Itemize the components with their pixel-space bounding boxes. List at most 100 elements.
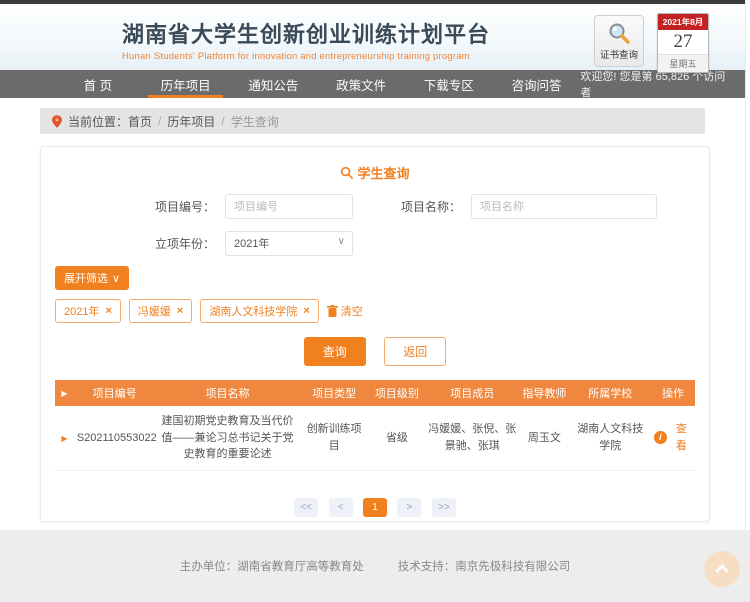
footer-host: 主办单位：湖南省教育厅高等教育处: [180, 558, 364, 574]
nav-item-label: 政策文件: [336, 75, 386, 94]
filter-tag-year: 2021年 ×: [55, 299, 121, 323]
student-query-panel: 学生查询 项目编号： 项目名称： 立项年份： 2021年 ∨ 展开筛选 ∨ 20…: [40, 146, 710, 522]
cell-advisor: 周玉文: [519, 406, 569, 470]
back-to-top-button[interactable]: [704, 551, 740, 587]
magnifier-icon: [607, 21, 631, 45]
year-label: 立项年份：: [55, 235, 225, 252]
pagination-first-button[interactable]: <<: [294, 498, 318, 517]
site-subtitle: Hunan Students' Platform for innovation …: [122, 51, 490, 62]
breadcrumb-current: 学生查询: [231, 113, 279, 130]
expand-filter-button[interactable]: 展开筛选 ∨: [55, 266, 129, 290]
calendar-day: 27: [658, 30, 708, 54]
pagination: << < 1 > >>: [55, 497, 695, 517]
scrollbar-track[interactable]: [745, 0, 750, 530]
form-row-2: 立项年份： 2021年 ∨: [55, 231, 695, 256]
main-nav: 首 页 历年项目 通知公告 政策文件 下载专区 咨询问答 欢迎您! 您是第 65…: [0, 70, 745, 98]
breadcrumb-separator: /: [221, 114, 224, 128]
nav-item-label: 历年项目: [161, 75, 211, 94]
nav-item-label: 咨询问答: [512, 75, 562, 94]
project-no-input[interactable]: [225, 194, 353, 219]
expand-filter-label: 展开筛选: [64, 270, 108, 286]
remove-tag-icon[interactable]: ×: [177, 305, 183, 317]
nav-item-policy-documents[interactable]: 政策文件: [317, 70, 405, 98]
pagination-last-button[interactable]: >>: [432, 498, 456, 517]
table-row: ▶ S202110553022 建国初期党史教育及当代价值——兼论习总书记关于党…: [55, 406, 695, 470]
view-details-link[interactable]: i 查看: [654, 421, 692, 454]
table-header-row: ▶ 项目编号 项目名称 项目类型 项目级别 项目成员 指导教师 所属学校 操作: [55, 380, 695, 406]
remove-tag-icon[interactable]: ×: [105, 305, 111, 317]
col-members: 项目成员: [425, 380, 519, 406]
panel-title: 学生查询: [55, 163, 695, 182]
info-icon: i: [654, 431, 667, 444]
search-icon: [340, 166, 353, 179]
clear-filters-button[interactable]: 清空: [327, 303, 363, 319]
cell-project-name: 建国初期党史教育及当代价值——兼论习总书记关于党史教育的重要论述: [155, 406, 299, 470]
breadcrumb-home[interactable]: 首页: [128, 113, 152, 130]
cell-project-level: 省级: [369, 406, 425, 470]
col-school: 所属学校: [569, 380, 651, 406]
certificate-query-label: 证书查询: [600, 47, 638, 61]
results-table: ▶ 项目编号 项目名称 项目类型 项目级别 项目成员 指导教师 所属学校 操作 …: [55, 380, 695, 471]
calendar-weekday: 星期五: [658, 54, 708, 72]
filter-tag-label: 冯媛媛: [138, 303, 171, 319]
nav-item-downloads[interactable]: 下载专区: [405, 70, 493, 98]
col-project-no: 项目编号: [74, 380, 156, 406]
footer-support: 技术支持：南京先极科技有限公司: [398, 558, 571, 574]
project-no-label: 项目编号：: [55, 198, 225, 215]
filter-tags-row: 2021年 × 冯媛媛 × 湖南人文科技学院 × 清空: [55, 299, 695, 323]
pagination-next-button[interactable]: >: [397, 498, 421, 517]
expand-row-icon[interactable]: ▶: [61, 434, 67, 443]
expand-all-icon: ▶: [61, 389, 67, 398]
site-header: 湖南省大学生创新创业训练计划平台 Hunan Students' Platfor…: [0, 4, 745, 70]
form-row-1: 项目编号： 项目名称：: [55, 194, 695, 219]
year-select[interactable]: 2021年: [226, 232, 352, 255]
pagination-page-1[interactable]: 1: [363, 498, 387, 517]
nav-item-label: 通知公告: [248, 75, 298, 94]
form-actions: 查询 返回: [55, 337, 695, 366]
trash-icon: [327, 305, 338, 317]
breadcrumb-label: 当前位置：: [68, 113, 128, 130]
nav-item-qa[interactable]: 咨询问答: [493, 70, 581, 98]
page: 湖南省大学生创新创业训练计划平台 Hunan Students' Platfor…: [0, 0, 750, 602]
site-title: 湖南省大学生创新创业训练计划平台: [122, 17, 490, 49]
filter-tag-school: 湖南人文科技学院 ×: [200, 299, 318, 323]
project-name-input[interactable]: [471, 194, 657, 219]
cell-project-no: S202110553022: [74, 406, 156, 470]
back-button[interactable]: 返回: [384, 337, 446, 366]
nav-item-home[interactable]: 首 页: [54, 70, 142, 98]
remove-tag-icon[interactable]: ×: [303, 305, 309, 317]
chevron-down-icon: ∨: [112, 272, 120, 285]
filter-tag-label: 湖南人文科技学院: [209, 303, 297, 319]
breadcrumb-separator: /: [158, 114, 161, 128]
site-brand: 湖南省大学生创新创业训练计划平台 Hunan Students' Platfor…: [122, 17, 490, 62]
col-actions: 操作: [651, 380, 695, 406]
nav-item-past-projects[interactable]: 历年项目: [142, 70, 230, 98]
filter-tag-label: 2021年: [64, 303, 99, 319]
view-details-label: 查看: [671, 421, 692, 454]
query-button[interactable]: 查询: [304, 337, 366, 366]
location-pin-icon: [52, 115, 62, 128]
nav-item-announcements[interactable]: 通知公告: [229, 70, 317, 98]
year-select-wrap: 2021年 ∨: [225, 231, 353, 256]
clear-filters-label: 清空: [341, 303, 363, 319]
chevron-up-icon: [715, 564, 729, 578]
filter-tag-student: 冯媛媛 ×: [129, 299, 192, 323]
cell-members: 冯媛媛、张倪、张景驰、张琪: [425, 406, 519, 470]
panel-title-text: 学生查询: [357, 163, 409, 182]
breadcrumb-past-projects[interactable]: 历年项目: [167, 113, 215, 130]
page-footer: 主办单位：湖南省教育厅高等教育处 技术支持：南京先极科技有限公司: [0, 530, 750, 602]
calendar-month: 2021年8月: [658, 14, 708, 30]
cell-school: 湖南人文科技学院: [569, 406, 651, 470]
col-project-name: 项目名称: [155, 380, 299, 406]
project-name-label: 项目名称：: [353, 198, 471, 215]
pagination-prev-button[interactable]: <: [329, 498, 353, 517]
cell-project-type: 创新训练项目: [300, 406, 369, 470]
col-project-level: 项目级别: [369, 380, 425, 406]
certificate-query-button[interactable]: 证书查询: [594, 15, 644, 67]
col-project-type: 项目类型: [300, 380, 369, 406]
breadcrumb: 当前位置： 首页 / 历年项目 / 学生查询: [40, 108, 705, 134]
nav-item-label: 首 页: [84, 75, 112, 94]
col-advisor: 指导教师: [519, 380, 569, 406]
calendar-widget: 2021年8月 27 星期五: [657, 13, 709, 73]
nav-item-label: 下载专区: [424, 75, 474, 94]
